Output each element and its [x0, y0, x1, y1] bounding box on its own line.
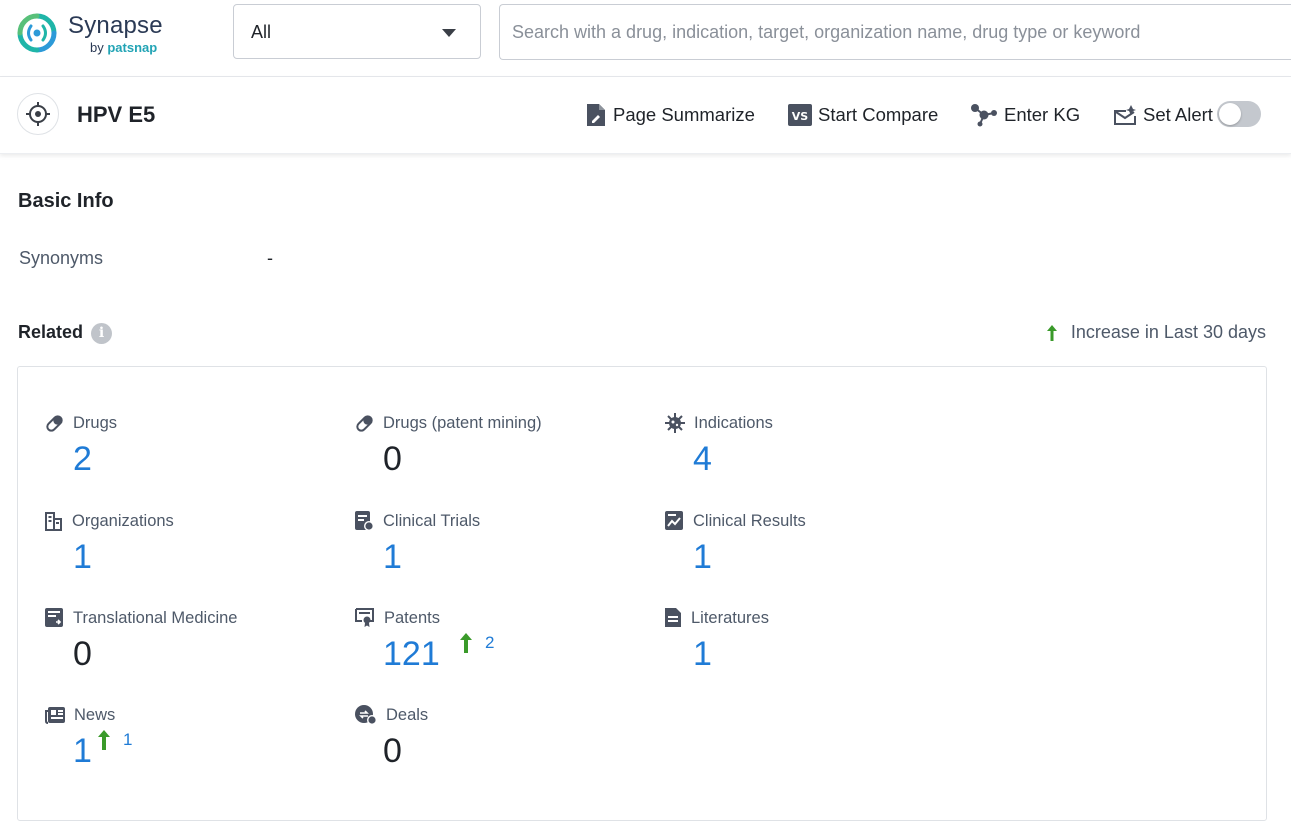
certificate-icon	[355, 608, 375, 628]
stat-indications-count[interactable]: 4	[693, 439, 712, 479]
document-icon	[665, 608, 682, 628]
stat-drugs-label: Drugs	[73, 414, 117, 433]
stat-patents-count[interactable]: 121	[383, 634, 440, 674]
basic-info-heading: Basic Info	[18, 190, 114, 213]
stat-literatures-header[interactable]: Literatures	[665, 608, 769, 628]
stat-indications: Indications 4	[665, 413, 955, 493]
stat-patents-header[interactable]: Patents	[355, 608, 440, 628]
search-scope-value: All	[251, 22, 271, 43]
stat-patents: Patents 121 2	[355, 608, 645, 688]
stat-clinical-results-header[interactable]: Clinical Results	[665, 511, 806, 531]
toggle-knob	[1219, 103, 1241, 125]
stat-drugs-patent-mining-count: 0	[383, 439, 402, 479]
stat-literatures-count[interactable]: 1	[693, 634, 712, 674]
stat-clinical-results: Clinical Results 1	[665, 511, 955, 591]
set-alert-toggle[interactable]	[1217, 101, 1261, 127]
increase-arrow-icon	[97, 729, 111, 751]
stat-indications-header[interactable]: Indications	[665, 413, 773, 433]
stat-translational-medicine-count: 0	[73, 634, 92, 674]
stat-news: News 1 1	[45, 705, 335, 785]
increase-legend: Increase in Last 30 days	[1045, 322, 1266, 343]
stat-organizations-count[interactable]: 1	[73, 537, 92, 577]
stat-indications-label: Indications	[694, 414, 773, 433]
brand-by: by	[90, 40, 104, 55]
search-scope-select[interactable]: All	[233, 4, 481, 59]
stat-patents-label: Patents	[384, 609, 440, 628]
synapse-logo-icon	[16, 12, 58, 54]
report-icon	[45, 608, 64, 628]
page-summarize-button[interactable]: Page Summarize	[585, 101, 755, 129]
synonyms-label: Synonyms	[19, 248, 103, 269]
increase-legend-text: Increase in Last 30 days	[1071, 322, 1266, 343]
pill-icon	[45, 414, 64, 433]
deal-icon	[355, 705, 377, 725]
stat-deals-count: 0	[383, 731, 402, 771]
alert-mail-icon	[1113, 104, 1137, 126]
entity-header: HPV E5 Page Summarize VS Start Compare E…	[0, 77, 1291, 154]
synonyms-value: -	[267, 248, 273, 269]
stat-deals-header[interactable]: Deals	[355, 705, 428, 725]
stat-translational-medicine-label: Translational Medicine	[73, 609, 237, 628]
brand-byline: by patsnap	[90, 40, 157, 55]
stat-news-count[interactable]: 1	[73, 731, 92, 771]
chart-doc-icon	[665, 511, 684, 531]
set-alert-label-group: Set Alert	[1113, 101, 1213, 129]
page-title: HPV E5	[77, 102, 155, 128]
stat-news-label: News	[74, 706, 115, 725]
clipboard-icon	[355, 511, 374, 531]
stat-clinical-trials: Clinical Trials 1	[355, 511, 645, 591]
stat-drugs: Drugs 2	[45, 413, 335, 493]
stat-clinical-trials-count[interactable]: 1	[383, 537, 402, 577]
stat-translational-medicine-header[interactable]: Translational Medicine	[45, 608, 237, 628]
enter-kg-label: Enter KG	[1004, 104, 1080, 126]
knowledge-graph-icon	[970, 103, 998, 127]
start-compare-label: Start Compare	[818, 104, 938, 126]
stat-clinical-trials-label: Clinical Trials	[383, 512, 480, 531]
caret-down-icon	[442, 29, 456, 37]
stat-clinical-trials-header[interactable]: Clinical Trials	[355, 511, 480, 531]
stat-literatures-label: Literatures	[691, 609, 769, 628]
search-input[interactable]	[499, 4, 1291, 60]
stat-news-header[interactable]: News	[45, 705, 115, 725]
stat-drugs-patent-mining: Drugs (patent mining) 0	[355, 413, 645, 493]
stat-organizations: Organizations 1	[45, 511, 335, 591]
stat-literatures: Literatures 1	[665, 608, 955, 688]
stat-drugs-header[interactable]: Drugs	[45, 413, 117, 433]
top-bar: Synapse by patsnap All	[0, 0, 1291, 77]
target-icon	[17, 93, 59, 135]
stat-clinical-results-label: Clinical Results	[693, 512, 806, 531]
pill-icon	[355, 414, 374, 433]
related-heading: Related	[18, 322, 83, 343]
enter-kg-button[interactable]: Enter KG	[970, 101, 1080, 129]
page-summarize-label: Page Summarize	[613, 104, 755, 126]
stat-clinical-results-count[interactable]: 1	[693, 537, 712, 577]
summarize-doc-icon	[585, 103, 607, 127]
stat-organizations-header[interactable]: Organizations	[45, 511, 174, 531]
stat-patents-increase-value: 2	[485, 633, 494, 653]
stat-deals: Deals 0	[355, 705, 645, 785]
building-icon	[45, 512, 63, 531]
stat-deals-label: Deals	[386, 706, 428, 725]
increase-arrow-icon	[1045, 324, 1059, 342]
set-alert-label: Set Alert	[1143, 104, 1213, 126]
stat-patents-increase: 2	[459, 632, 494, 654]
info-icon[interactable]: i	[91, 323, 112, 344]
stat-news-increase-value: 1	[123, 730, 132, 750]
start-compare-button[interactable]: VS Start Compare	[788, 101, 938, 129]
stat-drugs-patent-mining-label: Drugs (patent mining)	[383, 414, 542, 433]
stat-drugs-patent-mining-header[interactable]: Drugs (patent mining)	[355, 413, 542, 433]
brand-name: Synapse	[68, 12, 163, 40]
related-stats-card: Drugs 2 Drugs (patent mining) 0 Indicati…	[17, 366, 1267, 821]
brand-company: patsnap	[107, 40, 157, 55]
virus-icon	[665, 413, 685, 433]
increase-arrow-icon	[459, 632, 473, 654]
svg-text:VS: VS	[792, 110, 809, 123]
stat-news-increase: 1	[97, 729, 132, 751]
newspaper-icon	[45, 707, 65, 724]
compare-icon: VS	[788, 104, 812, 126]
stat-organizations-label: Organizations	[72, 512, 174, 531]
synapse-logo[interactable]: Synapse by patsnap	[16, 10, 196, 60]
stat-translational-medicine: Translational Medicine 0	[45, 608, 335, 688]
stat-drugs-count[interactable]: 2	[73, 439, 92, 479]
